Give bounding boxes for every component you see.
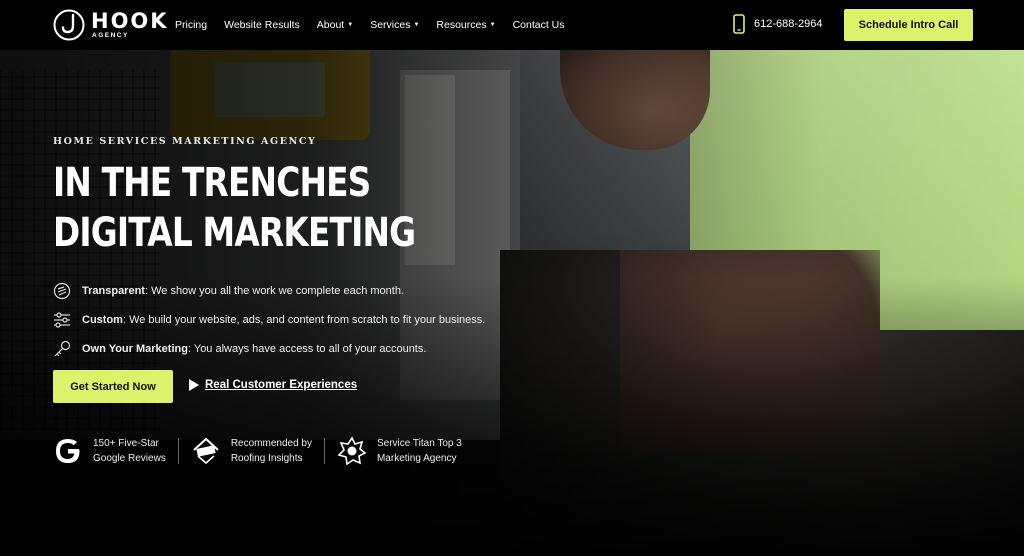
feature-title: Own Your Marketing [82,342,188,355]
badge-divider [323,438,325,464]
caret-down-icon: ▼ [413,22,420,28]
feature-title: Transparent [82,284,145,297]
hook-logo-icon [53,9,85,41]
nav-label: Pricing [175,19,208,31]
feature-item-transparent: Transparent: We show you all the work we… [53,276,485,305]
headline-line-2: DIGITAL MARKETING [53,210,416,256]
badge-line-2: Roofing Insights [230,453,303,464]
caret-down-icon: ▼ [489,22,496,28]
phone-number: 612-688-2964 [754,18,823,30]
get-started-button[interactable]: Get Started Now [53,370,173,403]
feature-item-own-your-marketing: Own Your Marketing: You always have acce… [53,334,485,363]
site-header: HOOK AGENCY Pricing Website Results Abou… [0,0,1024,50]
headline-line-1: IN THE TRENCHES [53,160,371,206]
nav-label: Services [370,19,411,31]
badge-line-2: Marketing Agency [376,453,457,464]
video-link-label: Real Customer Experiences [205,379,358,391]
sliders-icon [54,311,70,328]
badge-line-2: Google Reviews [93,453,166,464]
logo-subtitle: AGENCY [92,31,129,39]
badge-divider [177,438,179,464]
roofing-insights-icon [193,437,219,465]
nav-label: Website Results [224,19,300,31]
trust-badges: 150+ Five-Star Google Reviews Recommende… [53,436,462,466]
feature-list: Transparent: We show you all the work we… [53,276,485,363]
phone-icon [733,14,745,34]
google-g-icon [56,439,80,463]
nav-item-services[interactable]: Services ▼ [370,19,419,31]
feature-title: Custom [82,313,123,326]
hook-agency-logo[interactable]: HOOK AGENCY [53,9,169,41]
badge-line-1: 150+ Five-Star [93,438,159,449]
nav-item-resources[interactable]: Resources ▼ [436,19,495,31]
logo-wordmark: HOOK [91,8,169,33]
badge-roofing-insights: Recommended by Roofing Insights [191,436,312,466]
nav-label: Contact Us [512,19,565,31]
service-titan-icon [337,436,367,466]
feature-text: : You always have access to all of your … [187,342,427,355]
nav-item-about[interactable]: About ▼ [317,19,353,31]
badge-line-1: Service Titan Top 3 [376,438,462,449]
nav-item-contact-us[interactable]: Contact Us [513,19,565,31]
play-icon [189,379,199,391]
feature-text: : We build your website, ads, and conten… [122,313,486,326]
nav-item-website-results[interactable]: Website Results [224,19,300,31]
badge-google-reviews: 150+ Five-Star Google Reviews [53,436,166,466]
phone-link[interactable]: 612-688-2964 [733,14,823,34]
key-icon [54,340,71,356]
caret-down-icon: ▼ [347,22,354,28]
feature-text: : We show you all the work we complete e… [144,284,405,297]
layers-icon [53,282,71,299]
nav-item-pricing[interactable]: Pricing [175,19,207,31]
badge-line-1: Recommended by [230,438,312,449]
hero-headline: IN THE TRENCHES DIGITAL MARKETING [53,158,416,258]
nav-label: Resources [436,19,487,31]
real-customer-experiences-link[interactable]: Real Customer Experiences [189,379,357,391]
hero-eyebrow: HOME SERVICES MARKETING AGENCY [53,136,317,147]
nav-label: About [316,19,345,31]
badge-service-titan: Service Titan Top 3 Marketing Agency [337,436,462,466]
feature-item-custom: Custom: We build your website, ads, and … [53,305,485,334]
main-nav: Pricing Website Results About ▼ Services ▼… [175,0,582,50]
schedule-intro-call-button[interactable]: Schedule Intro Call [844,9,973,41]
